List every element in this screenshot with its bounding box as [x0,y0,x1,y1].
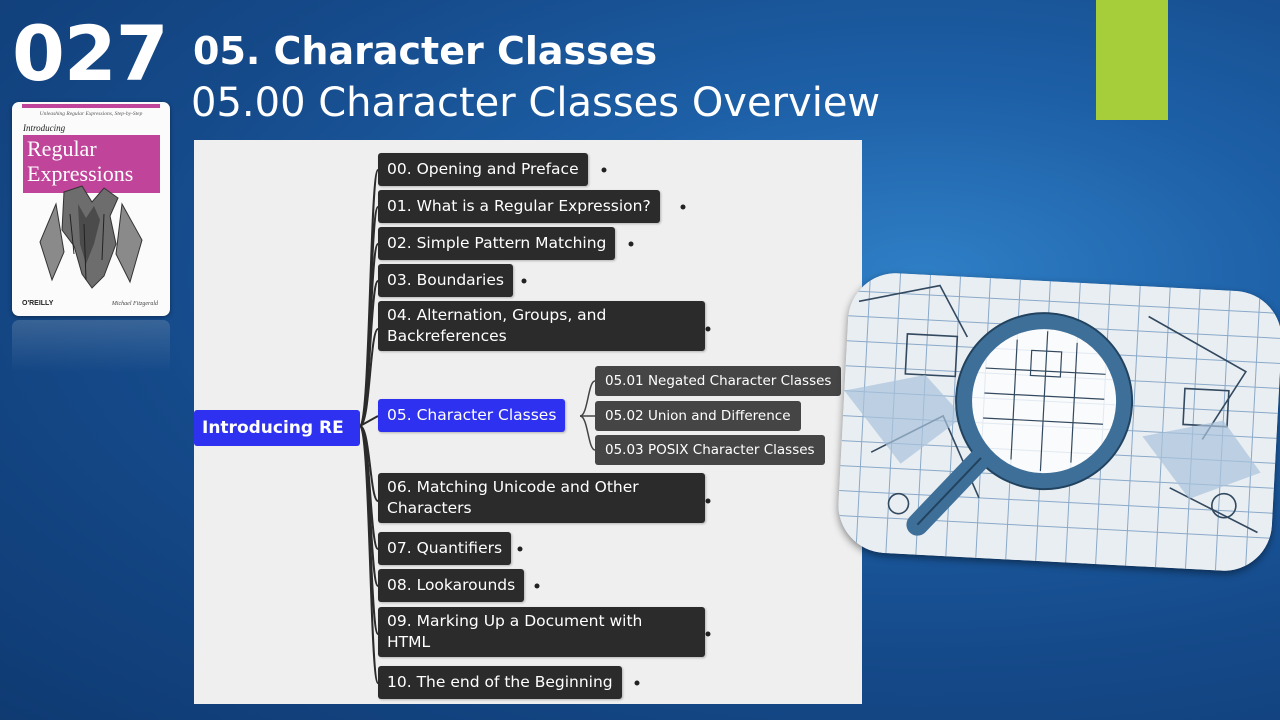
accent-bar [1096,0,1168,120]
node-line: 09. Marking Up a Document with [387,612,643,630]
mind-map-node[interactable]: 06. Matching Unicode and Other Character… [378,473,705,523]
node-line: HTML [387,633,431,651]
mind-map-node[interactable]: 01. What is a Regular Expression? [378,190,660,223]
magnifier-drawing [835,270,1280,574]
bat-illustration [39,185,143,289]
mind-map-subnode[interactable]: 05.01 Negated Character Classes [595,366,842,396]
slide-number: 027 [12,9,169,98]
book-top-stripe [22,104,160,108]
slide-subtitle: 05.00 Character Classes Overview [191,80,881,126]
slide-title: 05. Character Classes [193,29,658,73]
mind-map-subnode[interactable]: 05.03 POSIX Character Classes [595,435,825,465]
mind-map-node[interactable]: 07. Quantifiers [378,532,512,565]
book-tagline: Unleashing Regular Expressions, Step-by-… [39,111,143,117]
mind-map-node[interactable]: 02. Simple Pattern Matching [378,227,616,260]
node-line: Backreferences [387,327,507,345]
magnifier-illustration [835,270,1280,574]
book-reflection [12,320,170,372]
mind-map-node[interactable]: 08. Lookarounds [378,569,525,602]
mind-map-subnode[interactable]: 05.02 Union and Difference [595,401,801,431]
node-line: 04. Alternation, Groups, and [387,306,607,324]
book-publisher: O'REILLY [22,300,54,307]
book-intro: Introducing [23,123,66,133]
mind-map-node[interactable]: 10. The end of the Beginning [378,666,622,699]
book-author: Michael Fitzgerald [111,301,158,307]
book-cover: Unleashing Regular Expressions, Step-by-… [12,102,170,316]
node-line: Characters [387,499,472,517]
node-line: 06. Matching Unicode and Other [387,478,639,496]
mind-map-root[interactable]: Introducing RE [194,410,360,446]
book-title-line1: Regular [27,136,97,161]
mind-map-node[interactable]: 04. Alternation, Groups, and Backreferen… [378,301,705,351]
mind-map: Introducing RE 00. Opening and Preface 0… [194,140,862,704]
mind-map-node[interactable]: 09. Marking Up a Document with HTML [378,607,705,657]
mind-map-node[interactable]: 03. Boundaries [378,264,513,297]
book-title-line2: Expressions [27,161,134,186]
mind-map-node-active[interactable]: 05. Character Classes [378,399,566,432]
mind-map-node[interactable]: 00. Opening and Preface [378,153,588,186]
